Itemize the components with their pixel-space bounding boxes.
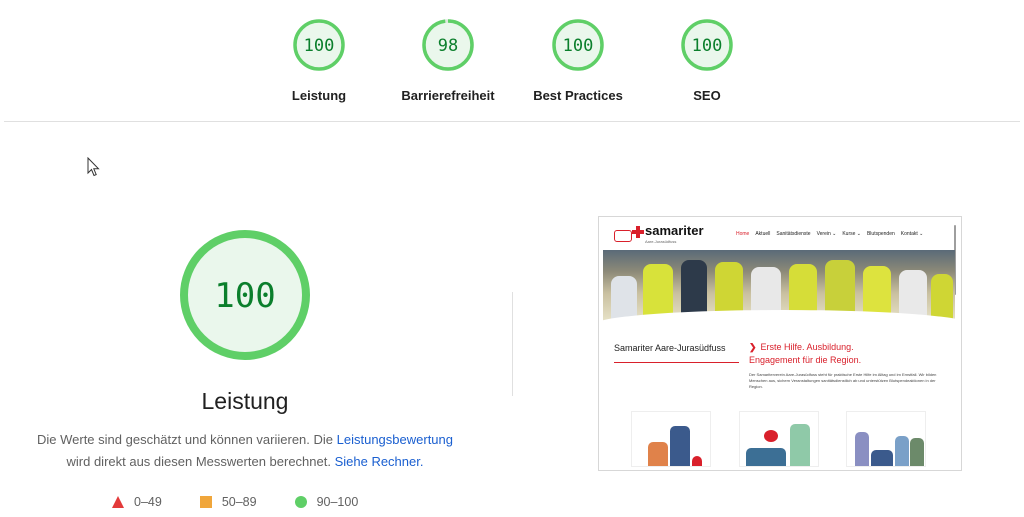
performance-description: Die Werte sind geschätzt und können vari… <box>36 432 453 469</box>
preview-nav-item: Kontakt ⌄ <box>900 231 924 237</box>
preview-nav-item: Kurse ⌄ <box>842 231 861 237</box>
logo-badge-icon <box>614 230 632 242</box>
scoring-link[interactable]: Leistungsbewertung <box>337 432 453 447</box>
preview-logo-sub: Aare-Jurasüdfuss <box>645 239 677 244</box>
score-summary: 100 Leistung 98 Barrierefreiheit 100 Bes… <box>0 0 1024 122</box>
preview-nav-item: Verein ⌄ <box>816 231 837 237</box>
score-gauge-icon: 100 <box>681 19 733 71</box>
gauge-label: Best Practices <box>533 88 623 103</box>
performance-score: 100 <box>214 276 275 316</box>
legend-pass: 90–100 <box>294 495 358 509</box>
page-screenshot-preview[interactable]: samariter Aare-Jurasüdfuss Home Aktuell … <box>598 216 962 471</box>
score-gauge-icon: 98 <box>422 19 474 71</box>
vertical-divider <box>512 292 513 396</box>
preview-nav-item: Blutspenden <box>866 231 895 237</box>
gauge-label: SEO <box>693 88 721 103</box>
preview-nav-item: Sanitätsdienste <box>776 231 811 237</box>
svg-text:100: 100 <box>304 36 335 56</box>
legend-average: 50–89 <box>199 495 257 509</box>
performance-gauge-icon: 100 <box>180 230 310 360</box>
average-square-icon <box>199 496 212 508</box>
preview-logo: samariter <box>645 223 704 238</box>
gauge-label: Leistung <box>291 88 347 103</box>
fail-triangle-icon <box>112 496 124 508</box>
preview-card-first-aid <box>631 411 711 467</box>
legend-fail: 0–49 <box>112 495 162 509</box>
gauge-barrierefreiheit[interactable]: 98 Barrierefreiheit <box>393 18 503 103</box>
summary-divider <box>4 121 1020 122</box>
preview-nav: Home Aktuell Sanitätsdienste Verein ⌄ Ku… <box>736 231 929 237</box>
performance-title: Leistung <box>201 388 289 414</box>
preview-body-text: Der Samariterverein Aare-Jurasüdfuss ste… <box>749 372 937 389</box>
preview-hero-photo <box>603 250 955 322</box>
preview-right-title: ❯ Erste Hilfe. Ausbildung. Engagement für… <box>749 342 862 365</box>
svg-text:98: 98 <box>438 36 458 56</box>
svg-text:100: 100 <box>563 36 594 56</box>
pass-circle-icon <box>294 496 307 508</box>
gauge-label: Barrierefreiheit <box>401 88 495 103</box>
calculator-link[interactable]: Siehe Rechner. <box>335 454 424 469</box>
mouse-cursor-icon <box>87 157 100 177</box>
preview-nav-item: Home <box>736 231 750 237</box>
preview-card-course <box>846 411 926 467</box>
gauge-leistung[interactable]: 100 Leistung <box>264 18 374 103</box>
score-legend: 0–49 50–89 90–100 <box>112 493 396 511</box>
gauge-seo[interactable]: 100 SEO <box>652 18 762 103</box>
preview-underline <box>614 362 739 363</box>
red-cross-icon <box>632 226 644 238</box>
preview-left-title: Samariter Aare-Jurasüdfuss <box>614 343 726 353</box>
gauge-best-practices[interactable]: 100 Best Practices <box>523 18 633 103</box>
svg-text:100: 100 <box>692 36 723 56</box>
preview-card-blood-donation <box>739 411 819 467</box>
score-gauge-icon: 100 <box>552 19 604 71</box>
preview-header: samariter Aare-Jurasüdfuss Home Aktuell … <box>599 217 955 249</box>
preview-nav-item: Aktuell <box>755 231 771 237</box>
chevron-right-icon: ❯ <box>749 342 757 352</box>
score-gauge-icon: 100 <box>293 19 345 71</box>
